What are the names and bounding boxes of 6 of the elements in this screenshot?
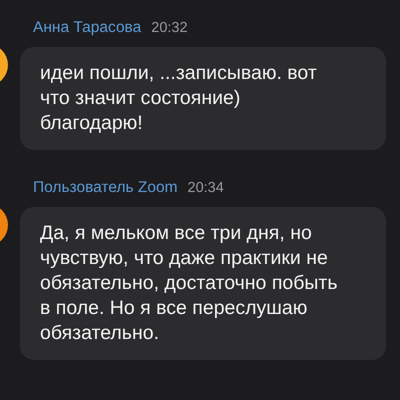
sender-name[interactable]: Пользователь Zoom bbox=[33, 176, 178, 199]
sender-name[interactable]: Анна Тарасова bbox=[33, 16, 142, 40]
message-text: Да, я мельком все три дня, но чувствую, что даже практики не обязательно, достаточно побыть в поле. Но я все переслушаю обязательно. bbox=[40, 220, 338, 346]
message-time: 20:32 bbox=[151, 19, 188, 38]
message-text: идеи пошли, ...записываю. вот что значит состояние) благодарю! bbox=[40, 60, 318, 136]
message-time: 20:34 bbox=[188, 178, 224, 198]
